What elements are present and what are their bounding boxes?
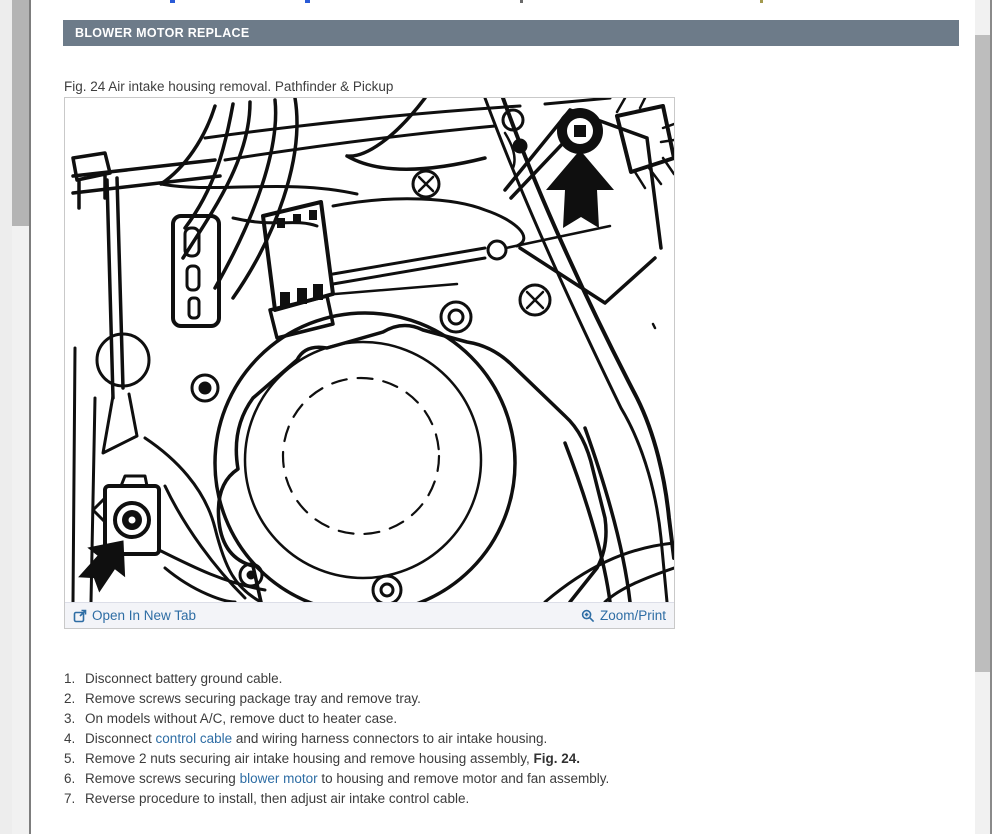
step-text: Disconnect battery ground cable. (85, 669, 282, 689)
step-number: 1. (64, 669, 85, 689)
step-text: On models without A/C, remove duct to he… (85, 709, 397, 729)
left-scrollbar-thumb[interactable] (12, 0, 29, 226)
zoom-print-label: Zoom/Print (600, 608, 666, 623)
section-title: BLOWER MOTOR REPLACE (75, 26, 250, 40)
inline-term-link[interactable]: blower motor (240, 771, 318, 786)
open-in-new-tab-link[interactable]: Open In New Tab (73, 608, 196, 623)
step-text: Reverse procedure to install, then adjus… (85, 789, 469, 809)
figure-caption: Fig. 24 Air intake housing removal. Path… (64, 79, 393, 94)
list-item: 3.On models without A/C, remove duct to … (64, 709, 609, 729)
cut-off-link-fragment (305, 0, 310, 3)
cut-off-link-fragment (170, 0, 175, 3)
inline-term-link[interactable]: control cable (156, 731, 233, 746)
step-number: 4. (64, 729, 85, 749)
procedure-steps: 1.Disconnect battery ground cable.2.Remo… (64, 669, 609, 809)
cut-off-text-fragment (520, 0, 523, 3)
step-text: Remove 2 nuts securing air intake housin… (85, 749, 580, 769)
step-number: 7. (64, 789, 85, 809)
zoom-print-link[interactable]: Zoom/Print (581, 608, 666, 623)
list-item: 6.Remove screws securing blower motor to… (64, 769, 609, 789)
right-scrollbar-thumb[interactable] (975, 35, 990, 672)
open-in-new-icon (73, 609, 87, 623)
zoom-in-icon (581, 609, 595, 623)
list-item: 4.Disconnect control cable and wiring ha… (64, 729, 609, 749)
step-text: Remove screws securing package tray and … (85, 689, 421, 709)
step-number: 3. (64, 709, 85, 729)
figure-frame: Open In New Tab Zoom/Print (64, 97, 675, 629)
list-item: 1.Disconnect battery ground cable. (64, 669, 609, 689)
step-number: 2. (64, 689, 85, 709)
list-item: 2.Remove screws securing package tray an… (64, 689, 609, 709)
step-text: Disconnect control cable and wiring harn… (85, 729, 547, 749)
list-item: 7.Reverse procedure to install, then adj… (64, 789, 609, 809)
cut-off-text-fragment (760, 0, 763, 3)
figure-reference: Fig. 24. (534, 751, 581, 766)
step-text: Remove screws securing blower motor to h… (85, 769, 609, 789)
figure-diagram (65, 98, 674, 602)
list-item: 5.Remove 2 nuts securing air intake hous… (64, 749, 609, 769)
figure-toolbar: Open In New Tab Zoom/Print (65, 602, 674, 628)
section-header: BLOWER MOTOR REPLACE (63, 20, 959, 46)
step-number: 5. (64, 749, 85, 769)
open-in-new-tab-label: Open In New Tab (92, 608, 196, 623)
step-number: 6. (64, 769, 85, 789)
